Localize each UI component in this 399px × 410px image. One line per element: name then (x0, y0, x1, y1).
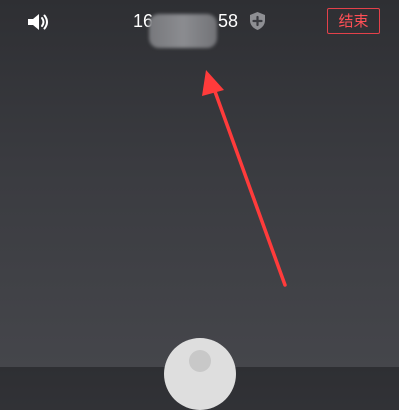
caller-avatar (164, 338, 236, 410)
speaker-icon[interactable] (26, 11, 50, 33)
redacted-digits (149, 14, 217, 48)
end-call-button[interactable]: 结束 (327, 8, 380, 34)
phone-number-suffix: 58 (218, 11, 239, 31)
call-top-bar: 16 58 结束 (0, 0, 399, 48)
shield-plus-icon (250, 12, 265, 30)
avatar-head (189, 350, 211, 372)
annotation-arrow (202, 70, 287, 287)
